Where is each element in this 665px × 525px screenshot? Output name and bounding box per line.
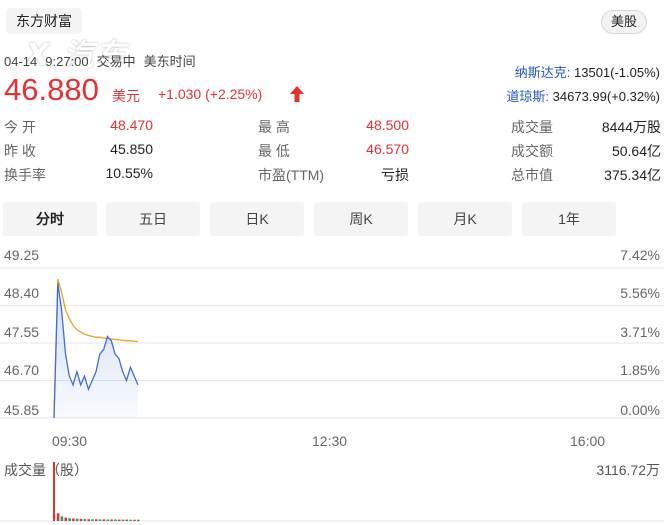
volume-bar: [79, 518, 83, 521]
volume-bar: [83, 519, 87, 521]
y-right-tick: 1.85%: [620, 362, 660, 378]
volume-max: 3116.72万: [596, 462, 660, 478]
volume-bar: [110, 519, 113, 521]
stat-pe-label: 市盈(TTM): [258, 167, 325, 183]
x-tick-midday: 12:30: [312, 433, 348, 449]
volume-bar: [64, 517, 68, 521]
volume-bar: [75, 518, 79, 521]
x-tick-open: 09:30: [52, 433, 88, 449]
trade-status-line: 04-14 9:27:00 交易中 美东时间: [4, 51, 204, 70]
stat-prev-close-value: 45.850: [110, 141, 153, 157]
volume-bar: [87, 519, 90, 521]
stat-open-value: 48.470: [110, 117, 153, 133]
stat-volume-label: 成交量: [511, 119, 553, 135]
status-date: 04-14: [4, 54, 38, 69]
volume-bar: [117, 519, 121, 521]
intraday-chart[interactable]: [0, 240, 665, 525]
tab-intraday[interactable]: 分时: [3, 202, 97, 236]
index-nasdaq-value: 13501(-1.05%): [574, 65, 660, 80]
stat-market-cap-value: 375.34亿: [604, 167, 661, 183]
y-right-tick: 3.71%: [620, 324, 660, 340]
stat-low-value: 46.570: [366, 141, 409, 157]
volume-title: 成交量（股）: [4, 462, 88, 478]
stat-prev-close-label: 昨 收: [4, 143, 36, 159]
index-nasdaq-name: 纳斯达克:: [514, 65, 571, 80]
volume-bar: [68, 518, 71, 521]
volume-bar: [91, 519, 94, 521]
volume-bar: [56, 513, 60, 521]
price-unit: 美元: [112, 88, 140, 104]
volume-bar: [133, 519, 136, 521]
index-dowjones-value: 34673.99(+0.32%): [552, 89, 660, 104]
tab-weekly-k[interactable]: 周K: [314, 202, 408, 236]
stat-open-label: 今 开: [4, 119, 36, 135]
volume-bar: [114, 519, 117, 521]
y-left-tick: 47.55: [4, 324, 40, 340]
stat-turnover-rate-value: 10.55%: [105, 165, 153, 181]
volume-bar: [106, 519, 110, 521]
volume-bar: [102, 519, 106, 521]
stat-pe-value: 亏损: [381, 167, 409, 183]
volume-bar: [125, 519, 129, 521]
stat-market-cap-label: 总市值: [511, 167, 553, 183]
volume-bar: [60, 516, 64, 521]
price-area: [54, 283, 138, 418]
stat-turnover-value: 50.64亿: [611, 143, 661, 159]
price-change: +1.030 (+2.25%): [158, 86, 263, 102]
chart-marks: [53, 278, 140, 521]
tab-daily-k[interactable]: 日K: [210, 202, 304, 236]
index-dowjones[interactable]: 道琼斯: 34673.99(+0.32%): [506, 86, 660, 105]
volume-bar: [129, 519, 132, 521]
volume-bar: [137, 519, 140, 521]
x-tick-close: 16:00: [570, 433, 606, 449]
tab-one-year[interactable]: 1年: [522, 202, 616, 236]
y-left-tick: 48.40: [4, 285, 40, 301]
index-dowjones-name: 道琼斯:: [506, 89, 550, 104]
y-left-tick: 46.70: [4, 362, 40, 378]
stat-high-label: 最 高: [258, 119, 290, 135]
status-time: 9:27:00: [45, 54, 89, 69]
up-arrow-icon: [289, 85, 305, 108]
y-left-tick: 49.25: [4, 247, 40, 263]
status-trade-state: 交易中: [96, 54, 136, 69]
stat-volume-value: 8444万股: [601, 119, 661, 135]
volume-bar: [72, 518, 75, 521]
current-price: 46.880: [4, 72, 99, 107]
volume-bar: [98, 519, 102, 521]
stat-high-value: 48.500: [366, 117, 409, 133]
tab-monthly-k[interactable]: 月K: [418, 202, 512, 236]
stat-turnover-label: 成交额: [511, 143, 553, 159]
y-right-tick: 7.42%: [620, 247, 660, 263]
y-left-tick: 45.85: [4, 402, 40, 418]
stat-low-label: 最 低: [258, 143, 290, 159]
market-badge-button[interactable]: 美股: [600, 10, 647, 34]
y-right-tick: 5.56%: [620, 285, 660, 301]
status-timezone: 美东时间: [143, 54, 196, 69]
volume-bar: [121, 519, 125, 521]
stat-turnover-rate-label: 换手率: [4, 167, 46, 183]
volume-bar: [95, 519, 98, 521]
index-nasdaq[interactable]: 纳斯达克: 13501(-1.05%): [515, 62, 660, 81]
tab-five-day[interactable]: 五日: [106, 202, 200, 236]
y-right-tick: 0.00%: [620, 402, 660, 418]
